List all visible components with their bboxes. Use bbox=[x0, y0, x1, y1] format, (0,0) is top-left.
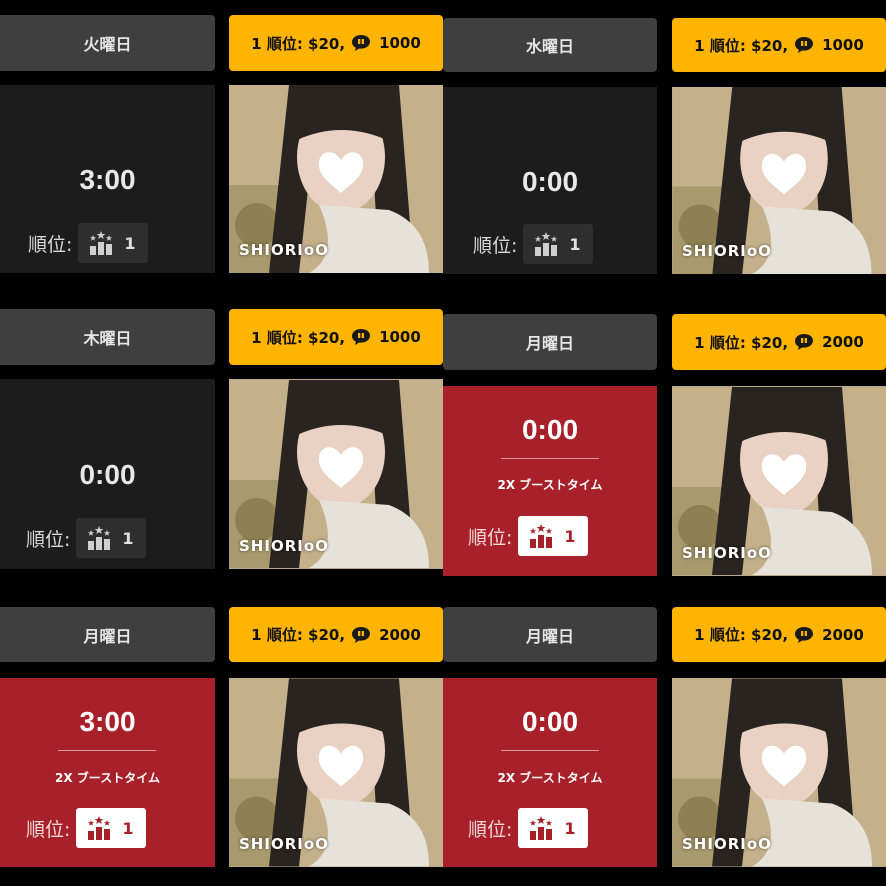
rank-row: 順位: 1 bbox=[473, 224, 593, 264]
rank-number: 1 bbox=[564, 526, 576, 546]
rank-badge[interactable]: 1 bbox=[76, 518, 146, 558]
streamer-name: SHIORIoO bbox=[239, 241, 329, 259]
countdown-timer: 0:00 bbox=[521, 166, 579, 197]
schedule-card[interactable]: 月曜日 1 順位: $20, 2000 3:00 2X ブーストタイム 順位: … bbox=[0, 607, 443, 867]
boost-divider bbox=[501, 750, 599, 751]
boost-divider bbox=[501, 458, 599, 459]
timer-box: 0:00 順位: 1 bbox=[443, 87, 657, 274]
gift-chat-bubble-icon bbox=[352, 35, 371, 51]
podium-stars-icon bbox=[530, 816, 553, 840]
prize-rank-text: 1 順位: $20, bbox=[694, 333, 789, 352]
rank-label: 順位: bbox=[468, 818, 513, 841]
rank-row: 順位: 1 bbox=[26, 518, 146, 558]
schedule-card[interactable]: 水曜日 1 順位: $20, 1000 0:00 順位: 1 SHIORIoO bbox=[443, 18, 886, 274]
boost-timer-box: 0:00 2X ブーストタイム 順位: 1 bbox=[443, 386, 657, 576]
rank-number: 1 bbox=[122, 818, 134, 838]
prize-rank-text: 1 順位: $20, bbox=[694, 36, 789, 55]
prize-points: 2000 bbox=[822, 625, 864, 644]
prize-banner[interactable]: 1 順位: $20, 2000 bbox=[672, 314, 886, 370]
podium-stars-icon bbox=[88, 816, 111, 840]
podium-stars-icon bbox=[535, 232, 558, 256]
rank-badge[interactable]: 1 bbox=[78, 223, 148, 263]
countdown-timer: 3:00 bbox=[79, 164, 136, 195]
rank-label: 順位: bbox=[473, 234, 518, 257]
rank-label: 順位: bbox=[28, 233, 73, 256]
boost-divider bbox=[58, 750, 156, 751]
streamer-photo[interactable]: SHIORIoO bbox=[672, 386, 886, 576]
gift-chat-bubble-icon bbox=[795, 626, 814, 643]
rank-row: 順位: 1 bbox=[28, 223, 148, 263]
countdown-timer: 0:00 bbox=[521, 414, 579, 445]
countdown-timer: 0:00 bbox=[79, 459, 136, 490]
day-header: 木曜日 bbox=[0, 309, 215, 365]
streamer-photo[interactable]: SHIORIoO bbox=[672, 678, 886, 867]
day-header: 火曜日 bbox=[0, 15, 215, 71]
gift-chat-bubble-icon bbox=[352, 626, 371, 643]
rank-row: 順位: 1 bbox=[26, 808, 146, 848]
prize-points: 1000 bbox=[379, 328, 421, 346]
streamer-name: SHIORIoO bbox=[682, 835, 772, 853]
rank-badge[interactable]: 1 bbox=[76, 808, 146, 848]
boost-label: 2X ブーストタイム bbox=[497, 478, 603, 492]
countdown-timer: 0:00 bbox=[521, 706, 579, 737]
prize-banner[interactable]: 1 順位: $20, 1000 bbox=[229, 15, 443, 71]
rank-row: 順位: 1 bbox=[468, 808, 588, 848]
streamer-photo[interactable]: SHIORIoO bbox=[672, 87, 886, 274]
rank-row: 順位: 1 bbox=[468, 516, 588, 556]
prize-banner[interactable]: 1 順位: $20, 2000 bbox=[229, 607, 443, 662]
rank-label: 順位: bbox=[26, 528, 71, 551]
streamer-photo[interactable]: SHIORIoO bbox=[229, 678, 443, 867]
timer-box: 3:00 順位: 1 bbox=[0, 85, 215, 273]
prize-points: 1000 bbox=[379, 34, 421, 52]
rank-number: 1 bbox=[564, 818, 576, 838]
rank-number: 1 bbox=[569, 234, 581, 254]
boost-timer-box: 3:00 2X ブーストタイム 順位: 1 bbox=[0, 678, 215, 867]
boost-label: 2X ブーストタイム bbox=[55, 771, 160, 785]
rank-badge[interactable]: 1 bbox=[518, 516, 588, 556]
day-header: 月曜日 bbox=[443, 314, 657, 370]
streamer-photo[interactable]: SHIORIoO bbox=[229, 379, 443, 569]
countdown-timer: 3:00 bbox=[79, 706, 136, 737]
rank-label: 順位: bbox=[26, 818, 71, 841]
day-header: 月曜日 bbox=[0, 607, 215, 662]
timer-box: 0:00 順位: 1 bbox=[0, 379, 215, 569]
day-header: 水曜日 bbox=[443, 18, 657, 72]
prize-banner[interactable]: 1 順位: $20, 1000 bbox=[229, 309, 443, 365]
podium-stars-icon bbox=[90, 231, 113, 255]
streamer-name: SHIORIoO bbox=[239, 835, 329, 853]
rank-label: 順位: bbox=[468, 526, 513, 549]
prize-banner[interactable]: 1 順位: $20, 2000 bbox=[672, 607, 886, 662]
prize-rank-text: 1 順位: $20, bbox=[251, 626, 346, 644]
streamer-name: SHIORIoO bbox=[682, 242, 772, 260]
streamer-name: SHIORIoO bbox=[239, 537, 329, 555]
prize-rank-text: 1 順位: $20, bbox=[694, 626, 789, 644]
streamer-name: SHIORIoO bbox=[682, 544, 772, 562]
prize-points: 2000 bbox=[822, 333, 864, 351]
gift-chat-bubble-icon bbox=[795, 334, 814, 350]
schedule-card[interactable]: 木曜日 1 順位: $20, 1000 0:00 順位: 1 SHIORIoO bbox=[0, 309, 443, 569]
schedule-card[interactable]: 月曜日 1 順位: $20, 2000 0:00 2X ブーストタイム 順位: … bbox=[443, 314, 886, 576]
prize-banner[interactable]: 1 順位: $20, 1000 bbox=[672, 18, 886, 72]
podium-stars-icon bbox=[530, 524, 553, 548]
rank-badge[interactable]: 1 bbox=[518, 808, 588, 848]
prize-rank-text: 1 順位: $20, bbox=[251, 328, 346, 347]
rank-number: 1 bbox=[124, 233, 136, 253]
rank-badge[interactable]: 1 bbox=[523, 224, 593, 264]
leaderboard-screen: 火曜日 1 順位: $20, 1000 3:00 順位: 1 SHIORIoO … bbox=[0, 0, 886, 886]
schedule-card[interactable]: 火曜日 1 順位: $20, 1000 3:00 順位: 1 SHIORIoO bbox=[0, 15, 443, 273]
prize-points: 1000 bbox=[822, 36, 864, 54]
boost-timer-box: 0:00 2X ブーストタイム 順位: 1 bbox=[443, 678, 657, 867]
day-header: 月曜日 bbox=[443, 607, 657, 662]
gift-chat-bubble-icon bbox=[352, 329, 371, 345]
gift-chat-bubble-icon bbox=[795, 37, 814, 53]
boost-label: 2X ブーストタイム bbox=[497, 771, 603, 785]
prize-points: 2000 bbox=[379, 625, 421, 644]
prize-rank-text: 1 順位: $20, bbox=[251, 34, 346, 53]
podium-stars-icon bbox=[88, 526, 111, 550]
streamer-photo[interactable]: SHIORIoO bbox=[229, 85, 443, 273]
rank-number: 1 bbox=[122, 528, 134, 548]
schedule-card[interactable]: 月曜日 1 順位: $20, 2000 0:00 2X ブーストタイム 順位: … bbox=[443, 607, 886, 867]
